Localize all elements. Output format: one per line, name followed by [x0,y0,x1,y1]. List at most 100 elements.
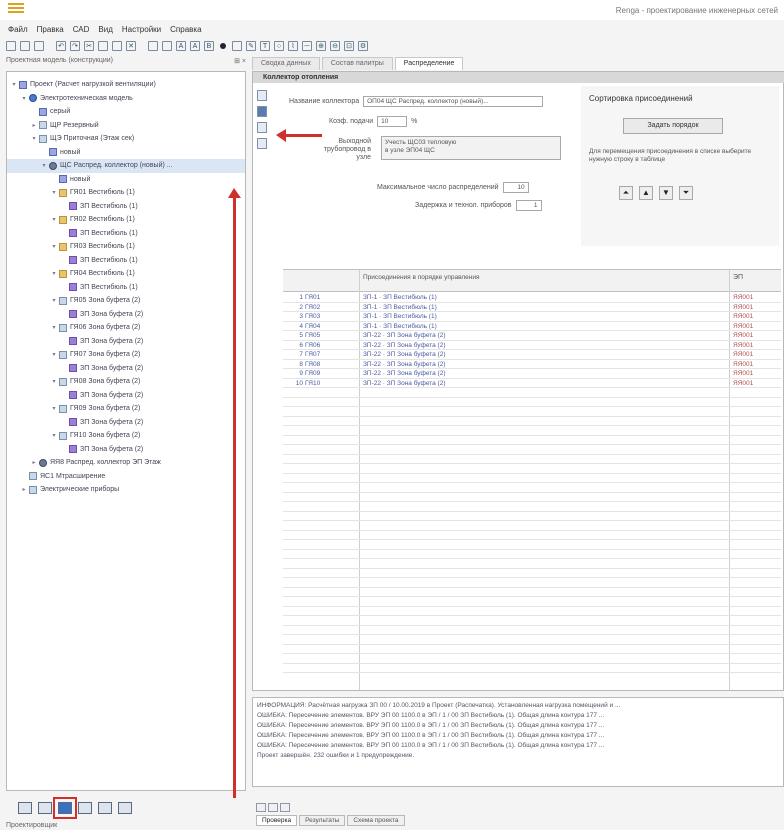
zoom-in-icon[interactable]: ⊕ [316,41,326,51]
reserve-input[interactable]: 1 [515,200,542,211]
tree-node[interactable]: ▾ ГЯ02 Вестибюль (1) [7,213,245,227]
document-tab[interactable]: Сводка данных [252,57,320,70]
set-order-button[interactable]: Задать порядок [623,118,723,134]
tree-node[interactable]: новый [7,146,245,160]
document-tab[interactable]: Состав палитры [321,57,393,70]
tree-node[interactable]: ЗП Вестибюль (1) [7,227,245,241]
tree-toggle-icon[interactable]: ▾ [41,162,47,169]
text-icon[interactable]: T [260,41,270,51]
move-bottom-icon[interactable]: ⏷ [679,186,693,200]
tree-node[interactable]: ЗП Зона буфета (2) [7,443,245,457]
log-clear-icon[interactable] [268,803,278,812]
tree-toggle-icon[interactable]: ▾ [51,405,57,412]
tree-node[interactable]: ▾ ЩЭ Приточная (Этаж сек) [7,132,245,146]
menu-item[interactable]: Настройки [122,25,161,34]
menu-item[interactable]: САD [73,25,90,34]
text-aa-icon[interactable]: A [190,41,200,51]
tree-node[interactable]: ЗП Вестибюль (1) [7,281,245,295]
tree-toggle-icon[interactable]: ▾ [51,189,57,196]
table-icon[interactable] [162,41,172,51]
menu-item[interactable]: Правка [37,25,64,34]
table-row[interactable]: 10 ГЯ10 ЗП-22 · ЗП Зона буфета (2) ЯЯ001 [283,379,781,388]
pencil-icon[interactable]: ✎ [246,41,256,51]
properties-icon[interactable] [257,90,267,101]
tree-toggle-icon[interactable]: ▾ [51,324,57,331]
pin-icon[interactable]: ⊞ × [234,57,246,69]
log-filter-icon[interactable] [256,803,266,812]
tree-node[interactable]: ▸ ЯЯ8 Распред. коллектор ЭП Этаж [7,456,245,470]
tree-node[interactable]: серый [7,105,245,119]
menu-item[interactable]: Справка [170,25,201,34]
tree-node[interactable]: ▾ Проект (Расчет нагрузкой вентиляции) [7,78,245,92]
tree-node[interactable]: ЗП Вестибюль (1) [7,200,245,214]
log-copy-icon[interactable] [280,803,290,812]
tree-toggle-icon[interactable]: ▾ [51,378,57,385]
undo-icon[interactable]: ↶ [56,41,66,51]
menu-item[interactable]: Файл [8,25,28,34]
new-icon[interactable] [6,41,16,51]
bottom-tab[interactable]: Результаты [299,815,346,826]
tree-toggle-icon[interactable]: ▾ [51,216,57,223]
table-row[interactable]: 1 ГЯ01 ЗП-1 · ЗП Вестибюль (1) ЯЯ001 [283,293,781,303]
app-menu-icon[interactable] [8,3,24,15]
table-row[interactable]: 2 ГЯ02 ЗП-1 · ЗП Вестибюль (1) ЯЯ001 [283,303,781,312]
tree-toggle-icon[interactable]: ▾ [51,432,57,439]
distribution-icon[interactable] [257,122,267,133]
tree-node[interactable]: ▾ ГЯ06 Зона буфета (2) [7,321,245,335]
tree-toggle-icon[interactable]: ▸ [31,459,37,466]
menu-item[interactable]: Вид [98,25,112,34]
tree-node[interactable]: ЗП Зона буфета (2) [7,389,245,403]
tree-node[interactable]: ▾ ГЯ09 Зона буфета (2) [7,402,245,416]
bottom-tab[interactable]: Проверка [256,815,298,826]
tree-node[interactable]: ЗП Зона буфета (2) [7,416,245,430]
tree-node[interactable]: ▾ ГЯ05 Зона буфета (2) [7,294,245,308]
tree-node[interactable]: ▸ ЩР Резервный [7,119,245,133]
schema-view-icon[interactable] [53,797,77,819]
tree-toggle-icon[interactable]: ▾ [51,351,57,358]
tree-node[interactable]: ЗП Зона буфета (2) [7,335,245,349]
tree-node[interactable]: ЗП Вестибюль (1) [7,254,245,268]
tree-node[interactable]: ▾ ГЯ10 Зона буфета (2) [7,429,245,443]
tree-toggle-icon[interactable]: ▸ [21,486,27,493]
settings-icon[interactable]: ⚙ [358,41,368,51]
info-icon[interactable] [257,138,267,149]
tree-toggle-icon[interactable]: ▾ [51,243,57,250]
name-input[interactable]: ОП04 ЩС Распред. коллектор (новый)... [363,96,544,107]
redo-icon[interactable]: ↷ [70,41,80,51]
tree-toggle-icon[interactable]: ▾ [51,297,57,304]
tree-node[interactable]: ▾ ГЯ01 Вестибюль (1) [7,186,245,200]
table-row[interactable]: 7 ГЯ07 ЗП-22 · ЗП Зона буфета (2) ЯЯ001 [283,350,781,360]
table-row[interactable]: 3 ГЯ03 ЗП-1 · ЗП Вестибюль (1) ЯЯ001 [283,312,781,322]
bold-icon[interactable]: B [204,41,214,51]
table-row[interactable]: 6 ГЯ06 ЗП-22 · ЗП Зона буфета (2) ЯЯ001 [283,341,781,350]
tree-toggle-icon[interactable]: ▸ [31,122,37,129]
tree-node[interactable]: ▾ ГЯ03 Вестибюль (1) [7,240,245,254]
zoom-fit-icon[interactable]: ⊡ [344,41,354,51]
move-up-icon[interactable]: ▲ [639,186,653,200]
zoom-out-icon[interactable]: ⊖ [330,41,340,51]
list-view-icon[interactable] [18,802,32,814]
copy-icon[interactable] [98,41,108,51]
bottom-tab[interactable]: Схема проекта [347,815,405,826]
save-icon[interactable] [34,41,44,51]
tree-node[interactable]: ЗП Зона буфета (2) [7,308,245,322]
schema-icon[interactable] [232,41,242,51]
tree-node[interactable]: ▾ ГЯ08 Зона буфета (2) [7,375,245,389]
table-row[interactable]: 8 ГЯ08 ЗП-22 · ЗП Зона буфета (2) ЯЯ001 [283,360,781,369]
paste-icon[interactable] [112,41,122,51]
tree-node[interactable]: ЯС1 Мтрасширение [7,470,245,484]
move-down-icon[interactable]: ▼ [659,186,673,200]
collector-icon[interactable] [257,106,267,117]
tree-node[interactable]: новый [7,173,245,187]
tree-view-icon[interactable] [38,802,52,814]
text-a-icon[interactable]: A [176,41,186,51]
table-row[interactable]: 9 ГЯ09 ЗП-22 · ЗП Зона буфета (2) ЯЯ001 [283,369,781,379]
tree-toggle-icon[interactable]: ▾ [11,81,17,88]
tree-toggle-icon[interactable]: ▾ [21,95,27,102]
grid-view-icon[interactable] [98,802,112,814]
cab-textarea[interactable]: Учесть ЩС03 тепловую в узле ЭП04 ЩС [381,136,561,160]
tree-toggle-icon[interactable]: ▾ [51,270,57,277]
document-tab[interactable]: Распределение [394,57,464,70]
tree-node[interactable]: ЗП Зона буфета (2) [7,362,245,376]
max-input[interactable]: 10 [502,182,529,193]
